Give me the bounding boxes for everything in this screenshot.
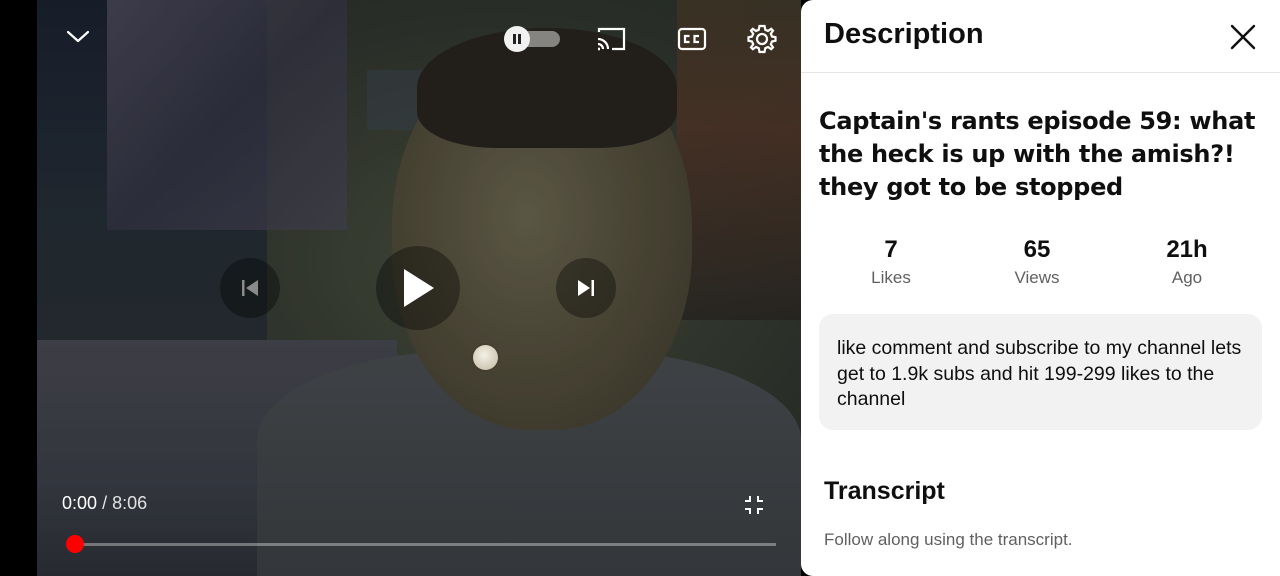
cc-icon[interactable] [675,24,709,54]
transcript-heading: Transcript [824,477,945,505]
fullscreen-exit-icon[interactable] [742,493,766,517]
autoplay-toggle[interactable] [504,26,560,52]
stat-likes: 7 Likes [831,235,951,288]
app-window: 0:00 / 8:06 Description Captain's rants … [0,0,1280,576]
video-title: Captain's rants episode 59: what the hec… [819,107,1256,201]
cast-icon[interactable] [594,24,628,54]
close-icon[interactable] [1226,20,1260,54]
stat-views: 65 Views [977,235,1097,288]
stat-upload-age: 21h Ago [1127,235,1247,288]
video-player[interactable]: 0:00 / 8:06 [37,0,801,576]
views-count: 65 [1023,236,1051,263]
upload-age-label: Ago [1171,268,1203,287]
description-text: like comment and subscribe to my channel… [837,337,1242,410]
description-box[interactable]: like comment and subscribe to my channel… [819,314,1262,430]
description-panel: Description Captain's rants episode 59: … [801,0,1280,576]
progress-bar[interactable] [66,535,776,553]
play-icon[interactable] [376,246,460,330]
chevron-down-icon[interactable] [63,22,93,52]
time-separator: / [102,493,108,513]
progress-scrubber[interactable] [66,535,84,553]
seek-hint-dot [473,345,498,370]
likes-count: 7 [884,236,898,263]
transcript-subtitle: Follow along using the transcript. [824,530,1073,549]
likes-label: Likes [871,268,911,287]
panel-title: Description [824,18,984,50]
panel-header: Description [801,0,1280,73]
upload-age-value: 21h [1166,236,1208,263]
skip-previous-icon[interactable] [220,258,280,318]
skip-next-icon[interactable] [556,258,616,318]
pause-icon [504,26,530,52]
gear-icon[interactable] [745,22,779,56]
time-display: 0:00 / 8:06 [62,493,147,514]
duration: 8:06 [112,493,148,513]
views-label: Views [1014,268,1060,287]
current-time: 0:00 [62,493,98,513]
